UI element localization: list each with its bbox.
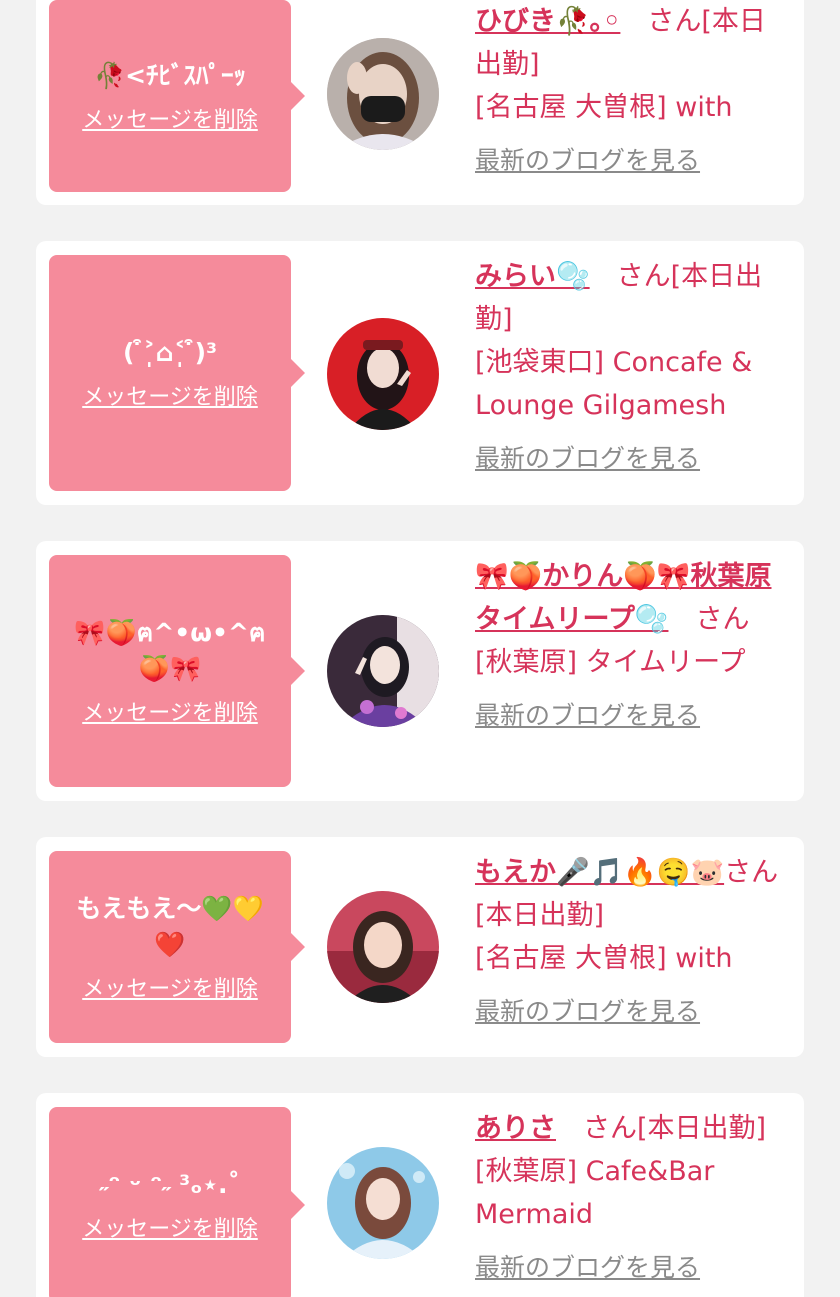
message-bubble: ˶ᵔ ᵕ ᵔ˶ ³ₒ⋆.˚ メッセージを削除 [49, 1107, 305, 1297]
message-text: ˶ᵔ ᵕ ᵔ˶ ³ₒ⋆.˚ [99, 1170, 241, 1199]
cast-name-link[interactable]: もえか🎤🎵🔥🤤🐷 [475, 857, 724, 888]
woman-purple-kimono-icon [327, 615, 439, 727]
woman-pink-room-icon [327, 891, 439, 1003]
cast-message-list: 🥀<ﾁﾋﾞｽﾊﾟｰｯ メッセージを削除 ひびき🥀｡◦ さん[本日出勤] [名古屋… [0, 0, 840, 1297]
message-text: ( ͒˃̩̩⌂˂̩̩ ͒)³ [122, 338, 218, 367]
delete-message-link[interactable]: メッセージを削除 [82, 695, 258, 727]
cast-info: 🎀🍑かりん🍑🎀秋葉原タイムリープ🫧 さん [秋葉原] タイムリープ 最新のブログ… [475, 555, 785, 737]
cast-status: さん [668, 604, 750, 635]
cast-info: ひびき🥀｡◦ さん[本日出勤] [名古屋 大曽根] with 最新のブログを見る [475, 0, 785, 182]
cast-card: ˶ᵔ ᵕ ᵔ˶ ³ₒ⋆.˚ メッセージを削除 ありさ さん[本日出勤] [秋葉原… [36, 1093, 804, 1297]
shop-name: [秋葉原] Cafe&Bar Mermaid [475, 1156, 715, 1230]
cast-info: ありさ さん[本日出勤] [秋葉原] Cafe&Bar Mermaid 最新のブ… [475, 1107, 785, 1289]
shop-name: [名古屋 大曽根] with [475, 92, 733, 123]
shop-name: [名古屋 大曽根] with [475, 943, 733, 974]
message-bubble: ( ͒˃̩̩⌂˂̩̩ ͒)³ メッセージを削除 [49, 255, 305, 491]
cast-name-link[interactable]: ありさ [475, 1113, 556, 1144]
shop-name: [秋葉原] タイムリープ [475, 647, 746, 678]
cast-info: みらい🫧 さん[本日出勤] [池袋東口] Concafe & Lounge Gi… [475, 255, 785, 480]
message-text: 🎀🍑ฅ^•ω•^ฅ🍑🎀 [74, 618, 266, 683]
message-bubble: 🎀🍑ฅ^•ω•^ฅ🍑🎀 メッセージを削除 [49, 555, 305, 787]
delete-message-link[interactable]: メッセージを削除 [82, 1211, 258, 1243]
cast-avatar[interactable] [327, 38, 439, 150]
delete-message-link[interactable]: メッセージを削除 [82, 379, 258, 411]
woman-blue-background-icon [327, 1147, 439, 1259]
name-line: 🎀🍑かりん🍑🎀秋葉原タイムリープ🫧 さん [475, 555, 785, 641]
message-bubble: 🥀<ﾁﾋﾞｽﾊﾟｰｯ メッセージを削除 [49, 0, 305, 192]
message-text: もえもえ〜💚💛❤️ [76, 894, 264, 959]
woman-red-background-icon [327, 318, 439, 430]
message-text: 🥀<ﾁﾋﾞｽﾊﾟｰｯ [93, 61, 247, 90]
cast-avatar[interactable] [327, 615, 439, 727]
latest-blog-link[interactable]: 最新のブログを見る [475, 990, 700, 1033]
message-bubble: もえもえ〜💚💛❤️ メッセージを削除 [49, 851, 305, 1043]
name-line: ひびき🥀｡◦ さん[本日出勤] [475, 0, 785, 86]
cast-card: 🥀<ﾁﾋﾞｽﾊﾟｰｯ メッセージを削除 ひびき🥀｡◦ さん[本日出勤] [名古屋… [36, 0, 804, 205]
latest-blog-link[interactable]: 最新のブログを見る [475, 694, 700, 737]
name-line: もえか🎤🎵🔥🤤🐷さん[本日出勤] [475, 851, 785, 937]
cast-avatar[interactable] [327, 318, 439, 430]
latest-blog-link[interactable]: 最新のブログを見る [475, 139, 700, 182]
cast-name-link[interactable]: ひびき🥀｡◦ [475, 6, 620, 37]
delete-message-link[interactable]: メッセージを削除 [82, 971, 258, 1003]
latest-blog-link[interactable]: 最新のブログを見る [475, 1246, 700, 1289]
cast-card: ( ͒˃̩̩⌂˂̩̩ ͒)³ メッセージを削除 みらい🫧 さん[本日出勤] [池… [36, 241, 804, 505]
cast-avatar[interactable] [327, 1147, 439, 1259]
cast-status: さん[本日出勤] [556, 1113, 767, 1144]
cast-avatar[interactable] [327, 891, 439, 1003]
latest-blog-link[interactable]: 最新のブログを見る [475, 437, 700, 480]
name-line: ありさ さん[本日出勤] [475, 1107, 785, 1150]
cast-card: もえもえ〜💚💛❤️ メッセージを削除 もえか🎤🎵🔥🤤🐷さん[本日出勤] [名古屋… [36, 837, 804, 1057]
cast-card: 🎀🍑ฅ^•ω•^ฅ🍑🎀 メッセージを削除 🎀🍑かりん🍑🎀秋葉原タイムリープ🫧 さ… [36, 541, 804, 801]
name-line: みらい🫧 さん[本日出勤] [475, 255, 785, 341]
delete-message-link[interactable]: メッセージを削除 [82, 102, 258, 134]
shop-name: [池袋東口] Concafe & Lounge Gilgamesh [475, 347, 753, 421]
cast-info: もえか🎤🎵🔥🤤🐷さん[本日出勤] [名古屋 大曽根] with 最新のブログを見… [475, 851, 785, 1033]
woman-with-black-mask-icon [327, 38, 439, 150]
cast-name-link[interactable]: みらい🫧 [475, 261, 590, 292]
